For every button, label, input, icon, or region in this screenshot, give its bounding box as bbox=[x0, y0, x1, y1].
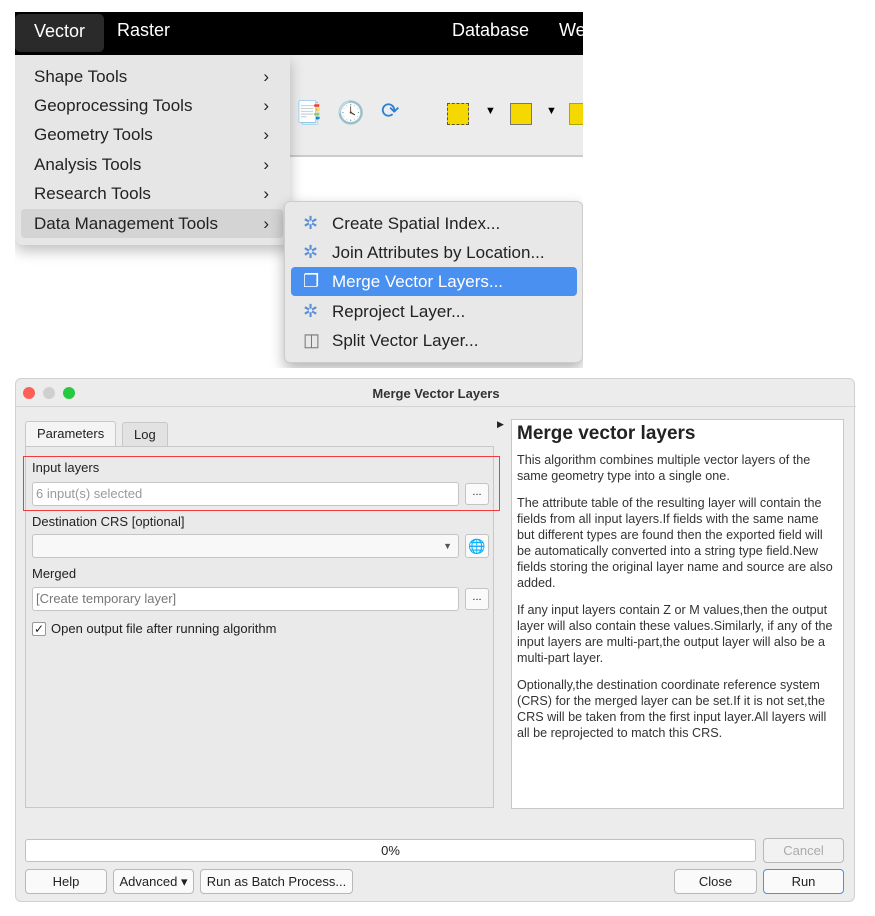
deselect-icon[interactable] bbox=[569, 103, 583, 125]
tab-parameters[interactable]: Parameters bbox=[25, 421, 117, 448]
globe-icon: 🌐 bbox=[468, 538, 486, 554]
merged-output-field[interactable]: [Create temporary layer] bbox=[32, 587, 459, 611]
menu-database[interactable]: Database bbox=[433, 12, 548, 55]
dialog-title: Merge Vector Layers bbox=[372, 386, 500, 401]
menu-item-merge-vector-layers[interactable]: ❐ Merge Vector Layers... bbox=[291, 267, 577, 296]
menu-item-create-spatial-index[interactable]: ✲ Create Spatial Index... bbox=[291, 209, 577, 238]
label: Geometry Tools bbox=[34, 125, 153, 144]
progress-bar: 0% bbox=[25, 839, 756, 862]
select-attributes-icon[interactable] bbox=[510, 103, 532, 125]
select-feature-icon[interactable] bbox=[447, 103, 469, 125]
open-output-checkbox[interactable]: ✓ bbox=[32, 622, 46, 636]
chevron-right-icon: › bbox=[263, 96, 269, 115]
crs-selector-button[interactable]: 🌐 bbox=[465, 534, 489, 558]
label: Analysis Tools bbox=[34, 155, 142, 174]
chevron-right-icon: › bbox=[263, 155, 269, 174]
data-management-submenu: ✲ Create Spatial Index... ✲ Join Attribute… bbox=[284, 201, 583, 363]
label: Data Management Tools bbox=[34, 214, 218, 233]
menu-item-reproject-layer[interactable]: ✲ Reproject Layer... bbox=[291, 297, 577, 326]
advanced-button[interactable]: Advanced ▾ bbox=[113, 869, 194, 894]
menu-item-split-vector-layer[interactable]: ◫ Split Vector Layer... bbox=[291, 326, 577, 355]
help-paragraph: This algorithm combines multiple vector … bbox=[517, 453, 811, 483]
chevron-down-icon[interactable]: ▼ bbox=[485, 105, 496, 117]
help-paragraph: If any input layers contain Z or M value… bbox=[517, 603, 833, 665]
tab-log[interactable]: Log bbox=[122, 422, 168, 448]
run-as-batch-button[interactable]: Run as Batch Process... bbox=[200, 869, 353, 894]
menu-vector[interactable]: Vector bbox=[15, 14, 105, 52]
title-bar: Merge Vector Layers bbox=[16, 379, 856, 407]
chevron-down-icon[interactable]: ▼ bbox=[546, 105, 557, 117]
menu-item-geometry-tools[interactable]: Geometry Tools › bbox=[21, 120, 283, 149]
progress-label: 0% bbox=[381, 843, 400, 858]
qgis-menu-screenshot: 📑 🕓 ⟳ ▼ ▼ Vector Raster Database We Shap… bbox=[15, 12, 583, 368]
destination-crs-select[interactable]: ▼ bbox=[32, 534, 459, 558]
help-paragraph: The attribute table of the resulting lay… bbox=[517, 496, 833, 590]
chevron-right-icon: › bbox=[263, 67, 269, 86]
merged-label: Merged bbox=[32, 566, 77, 581]
merge-icon: ❐ bbox=[303, 271, 320, 291]
bookmark-icon[interactable]: 📑 bbox=[295, 100, 322, 126]
label: Reproject Layer... bbox=[332, 302, 466, 321]
help-title: Merge vector layers bbox=[517, 423, 696, 444]
clock-icon[interactable]: 🕓 bbox=[337, 100, 364, 126]
chevron-right-icon: › bbox=[263, 125, 269, 144]
label: Shape Tools bbox=[34, 67, 128, 86]
label: Merge Vector Layers... bbox=[332, 272, 504, 291]
menu-item-research-tools[interactable]: Research Tools › bbox=[21, 179, 283, 208]
menu-item-geoprocessing-tools[interactable]: Geoprocessing Tools › bbox=[21, 91, 283, 120]
highlight-annotation bbox=[23, 456, 500, 511]
menu-raster[interactable]: Raster bbox=[98, 12, 189, 55]
help-paragraph: Optionally,the destination coordinate re… bbox=[517, 678, 827, 740]
run-button[interactable]: Run bbox=[763, 869, 844, 894]
gear-icon: ✲ bbox=[303, 242, 319, 262]
label: Create Spatial Index... bbox=[332, 214, 501, 233]
chevron-right-icon: › bbox=[263, 184, 269, 203]
vector-menu: Shape Tools › Geoprocessing Tools › Geomet… bbox=[15, 55, 290, 245]
chevron-down-icon: ▼ bbox=[443, 541, 452, 551]
cancel-button[interactable]: Cancel bbox=[763, 838, 844, 863]
merged-output-button[interactable]: ... bbox=[465, 588, 489, 610]
gear-icon: ✲ bbox=[303, 213, 319, 233]
close-button[interactable]: Close bbox=[674, 869, 757, 894]
destination-crs-label: Destination CRS [optional] bbox=[32, 514, 185, 529]
help-panel: Merge vector layers This algorithm combi… bbox=[511, 419, 844, 809]
menu-web[interactable]: We bbox=[540, 12, 583, 55]
chevron-right-icon: › bbox=[263, 214, 269, 233]
merge-vector-layers-dialog: Merge Vector Layers Parameters Log ▶ Inp… bbox=[15, 378, 856, 902]
menu-item-shape-tools[interactable]: Shape Tools › bbox=[21, 62, 283, 91]
label: Research Tools bbox=[34, 184, 151, 203]
menu-item-data-management-tools[interactable]: Data Management Tools › bbox=[21, 209, 283, 238]
open-output-label: Open output file after running algorithm bbox=[51, 621, 277, 636]
menu-item-join-attributes[interactable]: ✲ Join Attributes by Location... bbox=[291, 238, 577, 267]
label: Join Attributes by Location... bbox=[332, 243, 545, 262]
label: Geoprocessing Tools bbox=[34, 96, 193, 115]
label: Split Vector Layer... bbox=[332, 331, 479, 350]
help-button[interactable]: Help bbox=[25, 869, 107, 894]
menubar: Vector Raster Database We bbox=[15, 12, 583, 55]
split-icon: ◫ bbox=[303, 330, 321, 350]
menu-item-analysis-tools[interactable]: Analysis Tools › bbox=[21, 150, 283, 179]
refresh-icon[interactable]: ⟳ bbox=[381, 98, 399, 124]
gear-icon: ✲ bbox=[303, 301, 319, 321]
collapse-help-icon[interactable]: ▶ bbox=[497, 419, 504, 430]
